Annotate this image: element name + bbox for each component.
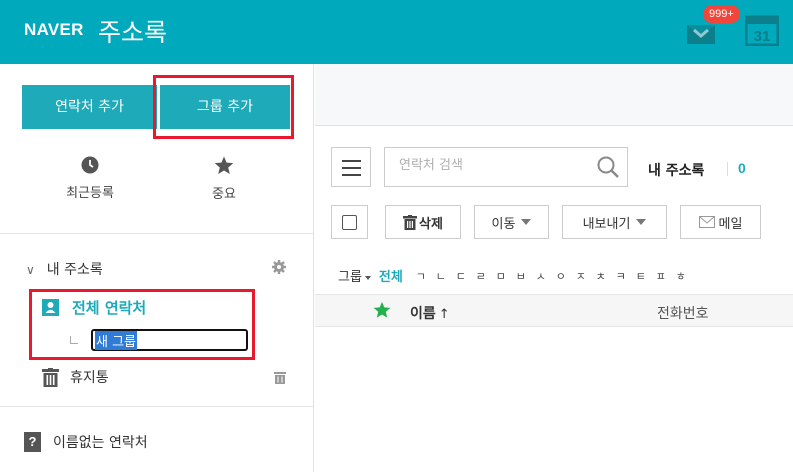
add-contact-button[interactable]: 연락처 추가 — [22, 85, 157, 129]
chevron-down-icon[interactable]: ∨ — [26, 263, 35, 277]
contact-card-icon — [42, 299, 59, 316]
mail-badge: 999+ — [703, 5, 740, 23]
move-dropdown[interactable]: 이동 — [474, 205, 549, 239]
new-group-name-input[interactable]: 새 그룹 — [91, 329, 248, 351]
move-label: 이동 — [491, 216, 516, 232]
my-addressbook-title: 내 주소록 — [648, 163, 705, 179]
my-addressbook-header[interactable]: ∨ 내 주소록 — [26, 259, 103, 279]
trash-icon — [42, 367, 59, 387]
menu-icon-bar — [342, 160, 361, 162]
filter-letter[interactable]: ㄱ — [411, 268, 431, 284]
filter-letter[interactable]: ㅁ — [491, 268, 511, 284]
filter-letter[interactable]: ㅍ — [651, 268, 671, 284]
calendar-day: 31 — [754, 28, 771, 45]
recent-contacts-link[interactable]: 최근등록 — [40, 156, 140, 201]
select-all-checkbox[interactable] — [331, 205, 368, 239]
question-icon: ? — [24, 432, 41, 452]
sidebar: 연락처 추가 그룹 추가 최근등록 중요 ∨ 내 주소록 전체 연락처 새 그룹… — [0, 64, 314, 472]
divider — [0, 406, 313, 407]
menu-icon-bar — [342, 174, 361, 176]
important-contacts-link[interactable]: 중요 — [174, 156, 274, 202]
favorite-star-icon[interactable] — [373, 301, 391, 319]
group-filter-dropdown[interactable]: 그룹 — [338, 266, 371, 285]
trash-item[interactable]: 휴지통 — [42, 367, 109, 387]
separator — [727, 162, 728, 176]
trash-icon — [403, 214, 418, 230]
filter-letter[interactable]: ㄷ — [451, 268, 471, 284]
filter-letter[interactable]: ㅂ — [511, 268, 531, 284]
caret-down-icon — [521, 219, 532, 225]
filter-letter[interactable]: ㄴ — [431, 268, 451, 284]
filter-letter[interactable]: ㅅ — [531, 268, 551, 284]
search-icon[interactable] — [596, 155, 620, 179]
important-label: 중요 — [212, 187, 236, 202]
sort-arrow: ↑ — [438, 307, 450, 322]
empty-trash-icon[interactable] — [274, 371, 286, 384]
export-label: 내보내기 — [582, 216, 631, 232]
mail-label: 메일 — [718, 216, 743, 232]
gear-icon[interactable] — [272, 260, 286, 274]
filter-letter[interactable]: ㅋ — [611, 268, 631, 284]
menu-button[interactable] — [331, 147, 371, 187]
filter-letter[interactable]: ㅈ — [571, 268, 591, 284]
new-group-selected-text: 새 그룹 — [95, 330, 138, 350]
caret-down-icon — [364, 275, 371, 280]
calendar-icon[interactable]: 31 — [745, 12, 779, 46]
new-group-row: 새 그룹 — [70, 329, 248, 351]
all-contacts-item[interactable]: 전체 연락처 — [42, 297, 146, 318]
recent-label: 최근등록 — [66, 186, 114, 201]
delete-label: 삭제 — [419, 216, 443, 232]
export-dropdown[interactable]: 내보내기 — [562, 205, 667, 239]
name-column-header[interactable]: 이름 ↑ — [410, 303, 450, 323]
divider — [0, 233, 313, 234]
checkbox-icon — [342, 214, 357, 230]
phone-column-header[interactable]: 전화번호 — [657, 303, 709, 323]
star-icon — [214, 156, 234, 174]
trash-label: 휴지통 — [70, 370, 109, 386]
filter-letter[interactable]: ㅌ — [631, 268, 651, 284]
tree-branch-icon — [70, 336, 78, 344]
search-box — [384, 147, 628, 187]
caret-down-icon — [636, 219, 647, 225]
all-contacts-label: 전체 연락처 — [72, 299, 147, 317]
envelope-icon — [698, 216, 715, 228]
app-title[interactable]: 주소록 — [98, 13, 167, 49]
filter-letter[interactable]: ㅎ — [671, 268, 691, 284]
app-header: NAVER 주소록 999+ 31 — [0, 0, 793, 64]
index-filter-row: 그룹 전체 ㄱ ㄴ ㄷ ㄹ ㅁ ㅂ ㅅ ㅇ ㅈ ㅊ ㅋ ㅌ ㅍ ㅎ — [338, 266, 691, 286]
naver-logo[interactable]: NAVER — [24, 20, 84, 40]
main-top-strip — [315, 64, 793, 126]
unnamed-contacts-item[interactable]: ? 이름없는 연락처 — [24, 432, 148, 452]
filter-letter[interactable]: ㅇ — [551, 268, 571, 284]
unnamed-contacts-label: 이름없는 연락처 — [53, 435, 148, 451]
mail-button[interactable]: 메일 — [680, 205, 761, 239]
filter-all[interactable]: 전체 — [379, 266, 403, 285]
name-column-label: 이름 — [410, 306, 436, 322]
my-addressbook-label: 내 주소록 — [46, 262, 103, 278]
delete-button[interactable]: 삭제 — [385, 205, 461, 239]
menu-icon-bar — [342, 167, 361, 169]
search-input[interactable] — [399, 158, 589, 173]
filter-letter[interactable]: ㄹ — [471, 268, 491, 284]
group-filter-label: 그룹 — [338, 270, 362, 285]
filter-letter[interactable]: ㅊ — [591, 268, 611, 284]
add-group-button[interactable]: 그룹 추가 — [160, 85, 290, 129]
clock-icon — [81, 156, 99, 174]
contact-count: 0 — [738, 160, 746, 176]
